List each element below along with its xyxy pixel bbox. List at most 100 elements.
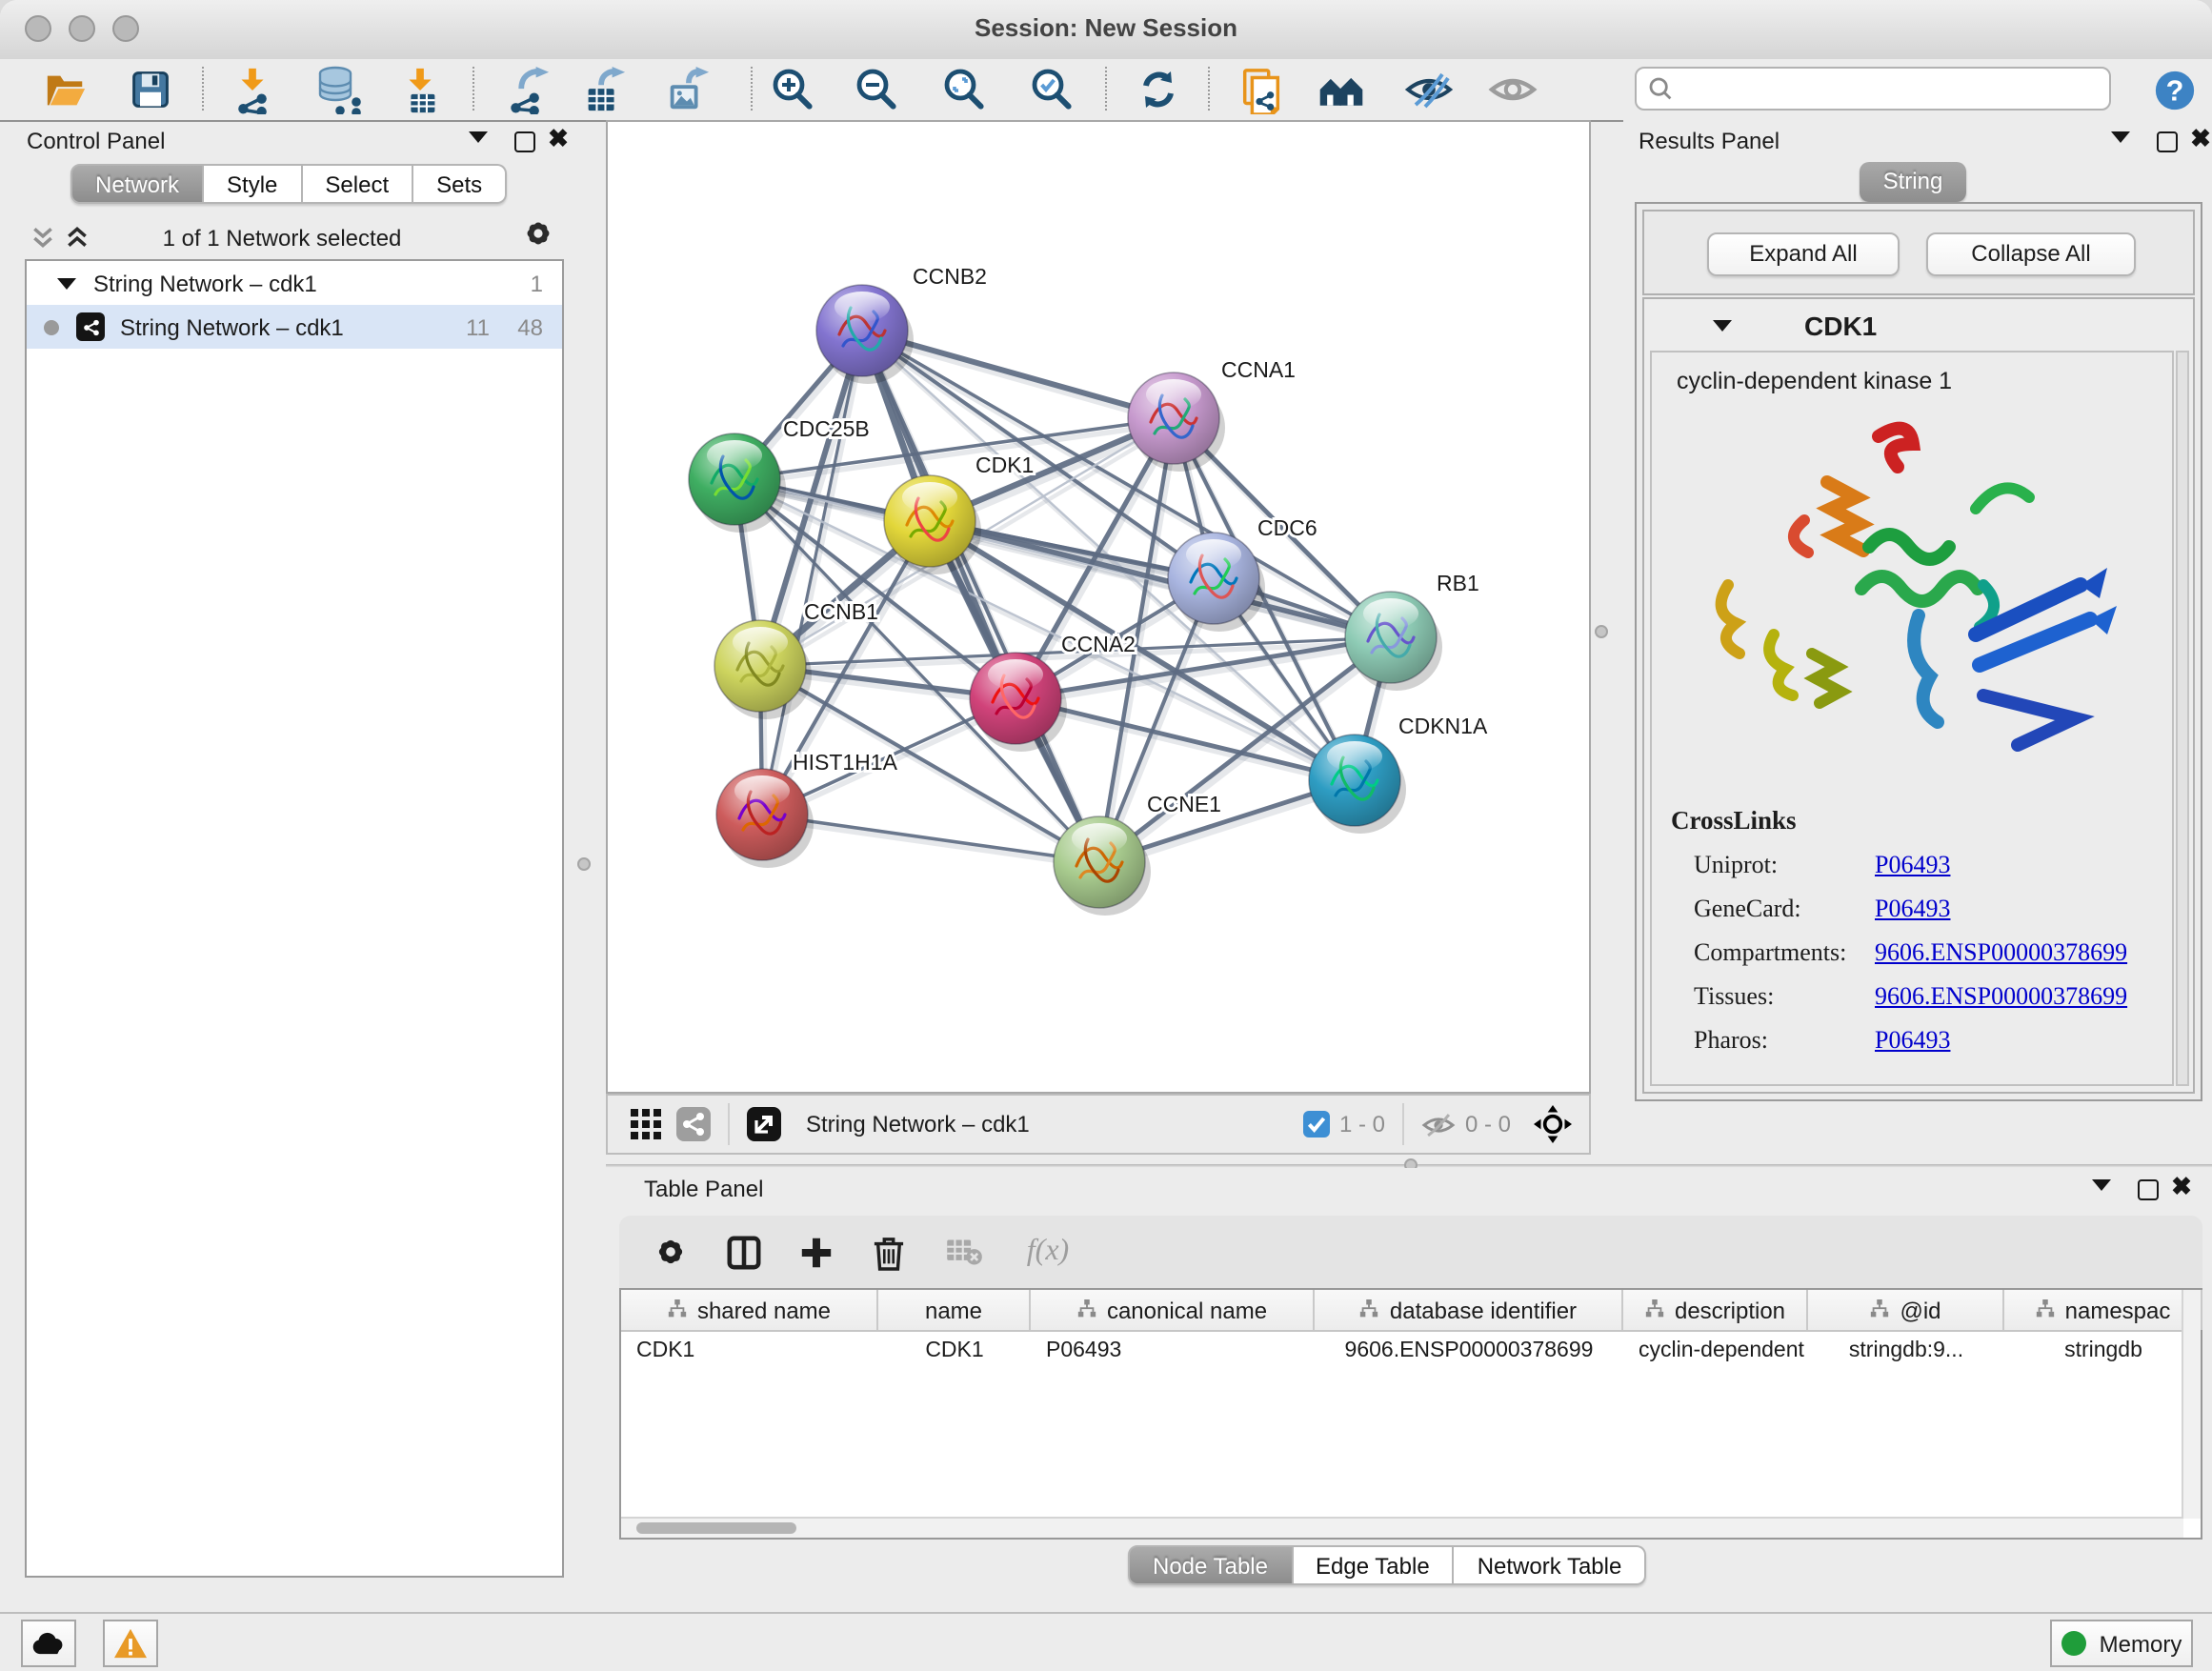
toolbar-separator	[473, 67, 474, 111]
column-header-name[interactable]: name	[878, 1290, 1031, 1330]
network-canvas[interactable]: CCNB2CCNA1CDC25BCDK1CDC6RB1CCNB1CCNA2CDK…	[606, 120, 1591, 1094]
detach-view-button[interactable]	[747, 1107, 781, 1141]
network-birdseye-button[interactable]	[676, 1107, 711, 1141]
results-vertical-scrollbar[interactable]	[2176, 351, 2189, 1086]
import-table-from-file-button[interactable]	[392, 65, 446, 114]
hide-selection-button[interactable]	[1402, 65, 1456, 114]
zoom-window-button[interactable]	[112, 15, 139, 42]
network-row-selected[interactable]: String Network – cdk1 11 48	[27, 305, 562, 349]
crosslink-link[interactable]: P06493	[1875, 1025, 1950, 1056]
scrollbar-thumb[interactable]	[636, 1522, 796, 1534]
crosslink-link[interactable]: P06493	[1875, 850, 1950, 880]
results-panel-menu-button[interactable]	[2107, 126, 2134, 149]
protein-entry-header[interactable]: CDK1	[1644, 299, 2193, 351]
delete-column-button[interactable]	[863, 1229, 913, 1275]
save-session-button[interactable]	[124, 65, 177, 114]
collection-label: String Network – cdk1	[93, 270, 317, 296]
network-collection-row[interactable]: String Network – cdk1 1	[27, 261, 562, 305]
control-panel-close-button[interactable]: ✖	[545, 128, 572, 151]
table-cell[interactable]: CDK1	[621, 1332, 878, 1370]
node-label-CCNB2: CCNB2	[913, 264, 987, 289]
zoom-fit-button[interactable]	[937, 65, 991, 114]
refresh-view-button[interactable]	[1132, 65, 1185, 114]
column-header-namespac[interactable]: namespac	[2004, 1290, 2202, 1330]
table-vertical-scrollbar[interactable]	[2182, 1290, 2201, 1519]
network-node-count: 11	[466, 313, 490, 340]
table-panel-float-button[interactable]	[2134, 1178, 2161, 1200]
hidden-indicator-button[interactable]	[1421, 1110, 1456, 1138]
open-session-button[interactable]	[38, 65, 91, 114]
import-network-from-database-button[interactable]	[312, 65, 366, 114]
tab-string[interactable]: String	[1860, 162, 1966, 202]
tree-expand-caret-icon[interactable]	[57, 277, 76, 298]
table-cell[interactable]: stringdb	[2004, 1332, 2202, 1370]
show-grid-button[interactable]	[631, 1109, 661, 1139]
search-input[interactable]	[1682, 73, 2098, 104]
table-panel-close-button[interactable]: ✖	[2168, 1176, 2195, 1198]
column-header-shared-name[interactable]: shared name	[621, 1290, 878, 1330]
column-header-description[interactable]: description	[1623, 1290, 1808, 1330]
selected-indicator-checkbox[interactable]	[1303, 1111, 1330, 1137]
table-horizontal-scrollbar[interactable]	[621, 1517, 2183, 1538]
zoom-fit-icon	[941, 67, 987, 112]
close-window-button[interactable]	[25, 15, 51, 42]
table-tabs: Node TableEdge TableNetwork Table	[1128, 1545, 1646, 1585]
add-column-button[interactable]	[791, 1229, 840, 1275]
toolbar-separator	[751, 67, 753, 111]
tab-node-table[interactable]: Node Table	[1128, 1545, 1293, 1585]
eye-slash-icon	[1404, 69, 1454, 111]
search-field[interactable]	[1635, 67, 2111, 111]
clone-network-button[interactable]	[1235, 65, 1288, 114]
crosslink-link[interactable]: P06493	[1875, 894, 1950, 924]
tab-network-table[interactable]: Network Table	[1455, 1545, 1647, 1585]
entry-collapse-caret-icon[interactable]	[1713, 319, 1732, 340]
column-header-canonical-name[interactable]: canonical name	[1031, 1290, 1315, 1330]
export-table-button[interactable]	[575, 65, 629, 114]
table-cell[interactable]: stringdb:9...	[1808, 1332, 2004, 1370]
crosslink-row: Pharos:P06493	[1671, 1025, 2161, 1056]
node-label-HIST1H1A: HIST1H1A	[793, 750, 898, 775]
crosslink-link[interactable]: 9606.ENSP00000378699	[1875, 937, 2127, 968]
import-network-from-file-button[interactable]	[225, 65, 278, 114]
crosslink-link[interactable]: 9606.ENSP00000378699	[1875, 981, 2127, 1012]
table-cell[interactable]: CDK1	[878, 1332, 1031, 1370]
zoom-in-button[interactable]	[766, 65, 819, 114]
tab-edge-table[interactable]: Edge Table	[1293, 1545, 1455, 1585]
show-columns-button[interactable]	[718, 1229, 768, 1275]
show-all-button[interactable]	[1486, 65, 1539, 114]
tab-sets[interactable]: Sets	[413, 164, 507, 204]
column-header-@id[interactable]: @id	[1808, 1290, 2004, 1330]
cloud-status-button[interactable]	[21, 1620, 76, 1667]
minimize-window-button[interactable]	[69, 15, 95, 42]
zoom-selected-button[interactable]	[1025, 65, 1078, 114]
tab-network[interactable]: Network	[70, 164, 204, 204]
export-image-button[interactable]	[659, 65, 713, 114]
left-splitter-handle[interactable]	[577, 857, 591, 871]
table-cell[interactable]: P06493	[1031, 1332, 1315, 1370]
help-button[interactable]: ?	[2147, 65, 2201, 114]
results-panel-float-button[interactable]	[2153, 130, 2180, 152]
table-panel-menu-button[interactable]	[2088, 1174, 2115, 1197]
control-panel-float-button[interactable]	[511, 130, 537, 152]
memory-button[interactable]: Memory	[2050, 1620, 2193, 1667]
network-options-gear-icon[interactable]	[522, 217, 554, 250]
export-network-button[interactable]	[499, 65, 553, 114]
warnings-button[interactable]	[103, 1620, 158, 1667]
string-query-button[interactable]	[1315, 65, 1368, 114]
eye-icon	[1488, 69, 1538, 111]
right-splitter-handle[interactable]	[1595, 625, 1608, 638]
table-cell[interactable]: cyclin-dependent ...	[1623, 1332, 1808, 1370]
pan-mode-button[interactable]	[1534, 1105, 1572, 1143]
tab-select[interactable]: Select	[302, 164, 413, 204]
zoom-out-button[interactable]	[850, 65, 903, 114]
control-panel-menu-button[interactable]	[465, 126, 492, 149]
expand-all-button[interactable]: Expand All	[1707, 232, 1900, 276]
table-cell[interactable]: 9606.ENSP00000378699	[1315, 1332, 1623, 1370]
protein-structure-image	[1694, 410, 2132, 791]
tab-style[interactable]: Style	[204, 164, 302, 204]
column-header-database-identifier[interactable]: database identifier	[1315, 1290, 1623, 1330]
network-edge[interactable]	[862, 331, 1099, 862]
results-panel-close-button[interactable]: ✖	[2187, 128, 2212, 151]
table-options-button[interactable]	[646, 1229, 695, 1275]
collapse-all-button[interactable]: Collapse All	[1926, 232, 2136, 276]
